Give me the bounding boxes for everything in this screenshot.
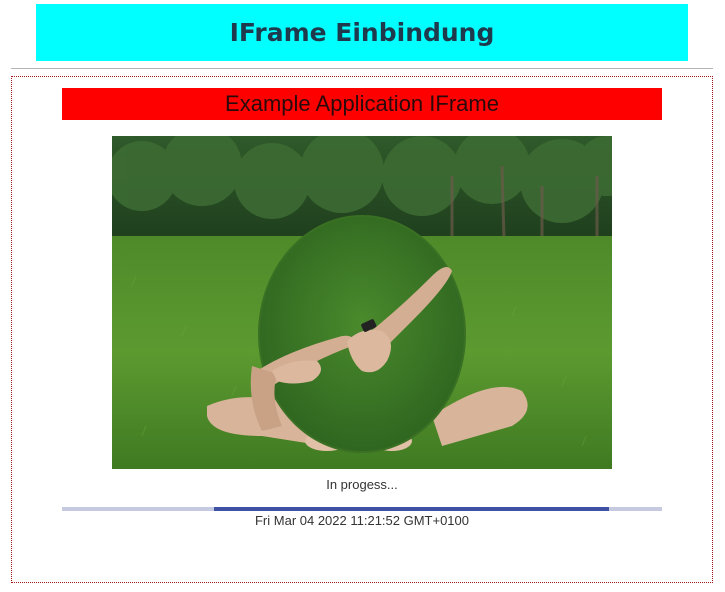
timestamp: Fri Mar 04 2022 11:21:52 GMT+0100 (254, 513, 470, 528)
photo-image (112, 136, 612, 469)
progress-bar (62, 507, 662, 511)
header-divider (11, 68, 713, 69)
progress-bar-fill (213, 507, 610, 511)
page-header: IFrame Einbindung (36, 4, 688, 61)
status-text: In progess... (326, 477, 398, 492)
app-title: Example Application IFrame (225, 91, 499, 116)
app-title-bar: Example Application IFrame (62, 88, 662, 120)
page: IFrame Einbindung Example Application IF… (0, 0, 725, 592)
embedded-iframe[interactable]: Example Application IFrame In progess...… (11, 76, 713, 583)
page-title: IFrame Einbindung (229, 18, 495, 47)
